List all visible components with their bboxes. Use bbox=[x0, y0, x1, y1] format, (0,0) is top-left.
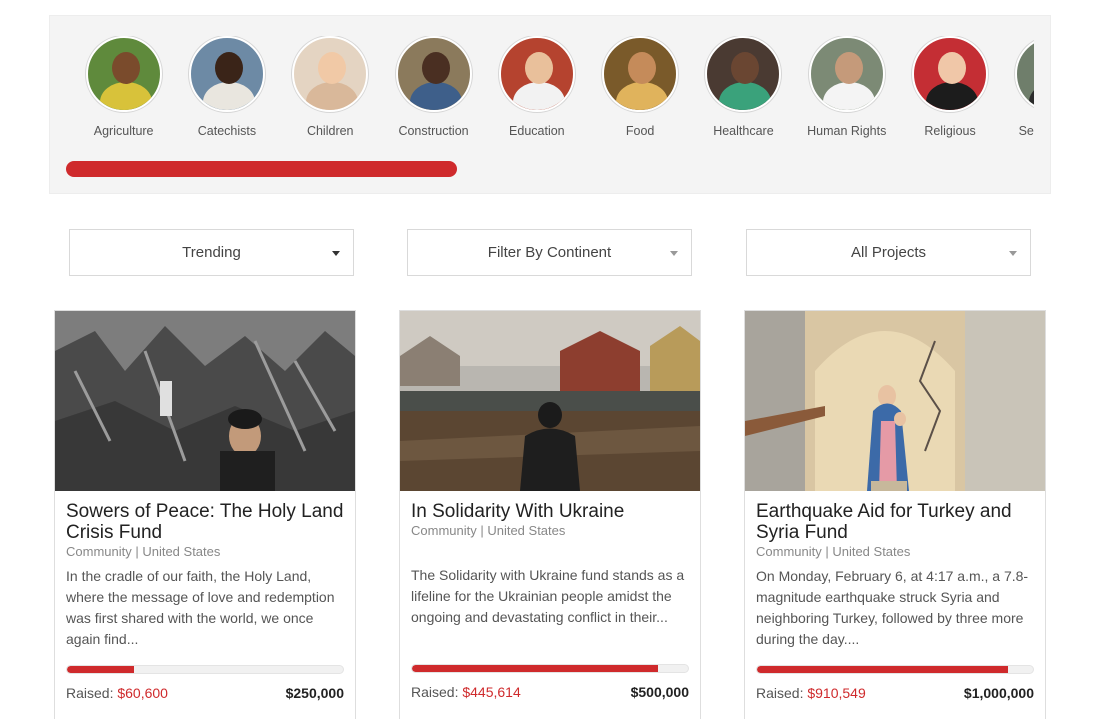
project-meta: Community | United States bbox=[756, 544, 911, 559]
category-label: Agriculture bbox=[93, 124, 154, 138]
project-image[interactable] bbox=[55, 311, 355, 491]
funding-progress-fill bbox=[67, 666, 134, 673]
funding-progress-fill bbox=[757, 666, 1009, 673]
continent-dropdown[interactable]: Filter By Continent bbox=[407, 229, 692, 276]
category-label: Food bbox=[625, 124, 655, 138]
funding-summary: Raised: $910,549 $1,000,000 bbox=[756, 685, 1034, 701]
project-image[interactable] bbox=[745, 311, 1045, 491]
madonna-statue-photo bbox=[745, 311, 1045, 491]
project-description: The Solidarity with Ukraine fund stands … bbox=[411, 567, 685, 625]
project-title[interactable]: Sowers of Peace: The Holy Land Crisis Fu… bbox=[66, 501, 344, 543]
category-item[interactable]: Construction bbox=[382, 36, 485, 138]
project-card[interactable]: Sowers of Peace: The Holy Land Crisis Fu… bbox=[54, 310, 356, 719]
category-label: Catechists bbox=[197, 124, 257, 138]
category-item[interactable]: Food bbox=[588, 36, 691, 138]
children-photo-icon[interactable] bbox=[292, 36, 369, 112]
category-item[interactable]: Human Rights bbox=[795, 36, 898, 138]
projects-dropdown[interactable]: All Projects bbox=[746, 229, 1031, 276]
project-description: In the cradle of our faith, the Holy Lan… bbox=[66, 568, 335, 647]
raised-amount: $910,549 bbox=[807, 685, 866, 701]
category-viewport: Agriculture Catechists Children Constructio… bbox=[72, 36, 1034, 146]
human-rights-photo-icon[interactable] bbox=[808, 36, 885, 112]
category-label: Children bbox=[306, 124, 354, 138]
chevron-down-icon bbox=[670, 251, 678, 256]
funding-progress-bar bbox=[411, 664, 689, 673]
category-item[interactable]: Children bbox=[279, 36, 382, 138]
funding-progress-bar bbox=[66, 665, 344, 674]
project-title[interactable]: Earthquake Aid for Turkey and Syria Fund bbox=[756, 501, 1034, 543]
project-meta: Community | United States bbox=[411, 523, 566, 538]
catechists-photo-icon[interactable] bbox=[188, 36, 265, 112]
category-item[interactable]: Agriculture bbox=[72, 36, 175, 138]
sort-dropdown-label: Trending bbox=[182, 244, 241, 261]
construction-photo-icon[interactable] bbox=[395, 36, 472, 112]
category-label: Seminarians bbox=[1018, 124, 1034, 138]
funding-progress-fill bbox=[412, 665, 658, 672]
project-description: On Monday, February 6, at 4:17 a.m., a 7… bbox=[756, 568, 1029, 647]
funding-progress-bar bbox=[756, 665, 1034, 674]
goal-amount: $1,000,000 bbox=[963, 685, 1034, 701]
raised-label: Raised: bbox=[66, 685, 114, 701]
project-title[interactable]: In Solidarity With Ukraine bbox=[411, 501, 689, 522]
category-item[interactable]: Catechists bbox=[175, 36, 278, 138]
healthcare-photo-icon[interactable] bbox=[705, 36, 782, 112]
project-card[interactable]: In Solidarity With Ukraine Community | U… bbox=[399, 310, 701, 719]
carousel-scrollbar[interactable] bbox=[66, 161, 457, 177]
goal-amount: $500,000 bbox=[630, 684, 689, 700]
category-item[interactable]: Healthcare bbox=[692, 36, 795, 138]
chevron-down-icon bbox=[332, 251, 340, 256]
agriculture-photo-icon[interactable] bbox=[85, 36, 162, 112]
projects-dropdown-label: All Projects bbox=[850, 244, 927, 261]
project-meta: Community | United States bbox=[66, 544, 221, 559]
category-label: Religious bbox=[924, 124, 976, 138]
project-card[interactable]: Earthquake Aid for Turkey and Syria Fund… bbox=[744, 310, 1046, 719]
rubble-scene-photo bbox=[55, 311, 355, 491]
project-image[interactable] bbox=[400, 311, 700, 491]
raised-amount: $60,600 bbox=[117, 685, 168, 701]
funding-summary: Raised: $60,600 $250,000 bbox=[66, 685, 344, 701]
food-photo-icon[interactable] bbox=[602, 36, 679, 112]
education-photo-icon[interactable] bbox=[498, 36, 575, 112]
continent-dropdown-label: Filter By Continent bbox=[487, 244, 612, 261]
chaplain-graves-photo bbox=[400, 311, 700, 491]
category-label: Construction bbox=[398, 124, 469, 138]
category-label: Human Rights bbox=[807, 124, 887, 138]
category-item[interactable]: Seminarians bbox=[1002, 36, 1034, 138]
seminarians-photo-icon[interactable] bbox=[1015, 36, 1034, 112]
chevron-down-icon bbox=[1009, 251, 1017, 256]
category-item[interactable]: Education bbox=[485, 36, 588, 138]
raised-amount: $445,614 bbox=[462, 684, 521, 700]
category-label: Education bbox=[509, 124, 565, 138]
religious-photo-icon[interactable] bbox=[912, 36, 989, 112]
category-item[interactable]: Religious bbox=[898, 36, 1001, 138]
category-row: Agriculture Catechists Children Constructio… bbox=[72, 36, 1034, 138]
category-carousel: Agriculture Catechists Children Constructio… bbox=[49, 15, 1051, 194]
sort-dropdown[interactable]: Trending bbox=[69, 229, 354, 276]
category-label: Healthcare bbox=[713, 124, 774, 138]
funding-summary: Raised: $445,614 $500,000 bbox=[411, 684, 689, 700]
raised-label: Raised: bbox=[411, 684, 459, 700]
goal-amount: $250,000 bbox=[285, 685, 344, 701]
raised-label: Raised: bbox=[756, 685, 804, 701]
